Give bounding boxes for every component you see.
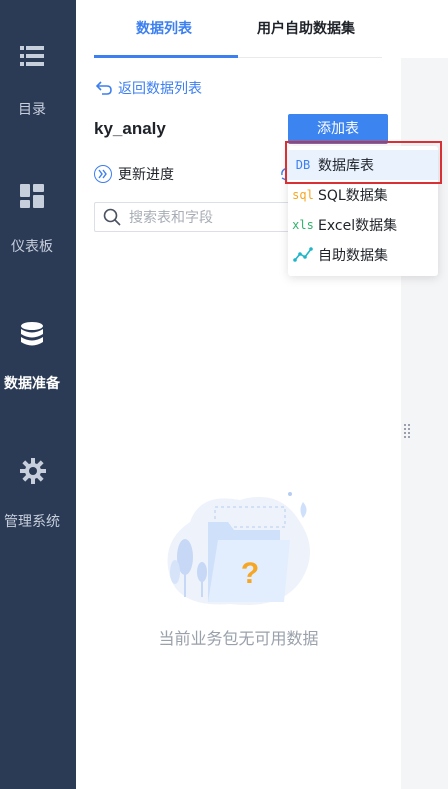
menu-item-label: SQL数据集 [318, 188, 388, 204]
add-table-button[interactable]: 添加表 [288, 114, 388, 144]
tab-bar: 数据列表 用户自助数据集 [94, 0, 382, 58]
sidebar-item-label: 管理系统 [4, 514, 60, 530]
sidebar-item-label: 数据准备 [4, 376, 60, 392]
menu-item-self-service-dataset[interactable]: 自助数据集 [288, 240, 438, 270]
menu-item-sql-dataset[interactable]: sql SQL数据集 [288, 180, 438, 210]
add-table-dropdown: DB 数据库表 sql SQL数据集 xls Excel数据集 自助数据集 [288, 146, 438, 276]
menu-item-excel-dataset[interactable]: xls Excel数据集 [288, 210, 438, 240]
search-placeholder: 搜索表和字段 [129, 210, 213, 226]
menu-item-label: 自助数据集 [318, 248, 388, 264]
back-arrow-icon [96, 81, 112, 95]
sidebar-item-label: 仪表板 [11, 239, 53, 255]
excel-icon: xls [292, 218, 314, 232]
sidebar-item-dashboard[interactable]: 仪表板 [0, 184, 76, 284]
self-service-icon [292, 246, 314, 265]
update-progress-label: 更新进度 [118, 167, 174, 183]
dashboard-icon [20, 184, 44, 208]
empty-state-message: 当前业务包无可用数据 [158, 629, 319, 648]
menu-item-label: Excel数据集 [318, 218, 398, 234]
back-link-label: 返回数据列表 [118, 81, 202, 97]
sidebar-item-admin[interactable]: 管理系统 [0, 458, 76, 558]
tab-self-service-dataset[interactable]: 用户自助数据集 [257, 18, 355, 38]
back-to-data-list-link[interactable]: 返回数据列表 [96, 78, 202, 98]
update-progress-link[interactable]: 更新进度 [94, 163, 174, 185]
left-sidebar: 目录 仪表板 数据准备 管理系统 [0, 0, 76, 789]
gear-icon [20, 458, 46, 484]
sidebar-item-data-prep[interactable]: 数据准备 [0, 322, 76, 422]
list-icon [20, 44, 44, 68]
svg-text:?: ? [241, 557, 259, 590]
double-chevron-icon [94, 165, 112, 183]
search-input[interactable]: 搜索表和字段 [94, 202, 290, 232]
sidebar-item-catalog[interactable]: 目录 [0, 44, 76, 144]
search-icon [103, 208, 121, 226]
empty-folder-illustration: ? [167, 492, 310, 606]
data-list-panel: 数据列表 用户自助数据集 返回数据列表 ky_analy 添加表 更新进度 搜索… [76, 0, 401, 789]
refresh-icon[interactable] [280, 166, 288, 182]
database-icon [20, 322, 44, 346]
menu-item-label: 数据库表 [318, 158, 374, 174]
sidebar-item-label: 目录 [18, 102, 46, 118]
menu-item-database-table[interactable]: DB 数据库表 [288, 150, 438, 180]
resize-handle[interactable] [404, 424, 410, 442]
database-table-icon: DB [295, 158, 311, 172]
tab-data-list[interactable]: 数据列表 [136, 18, 192, 38]
sql-icon: sql [292, 188, 314, 202]
active-tab-indicator [94, 55, 238, 58]
dataset-title: ky_analy [94, 119, 166, 138]
